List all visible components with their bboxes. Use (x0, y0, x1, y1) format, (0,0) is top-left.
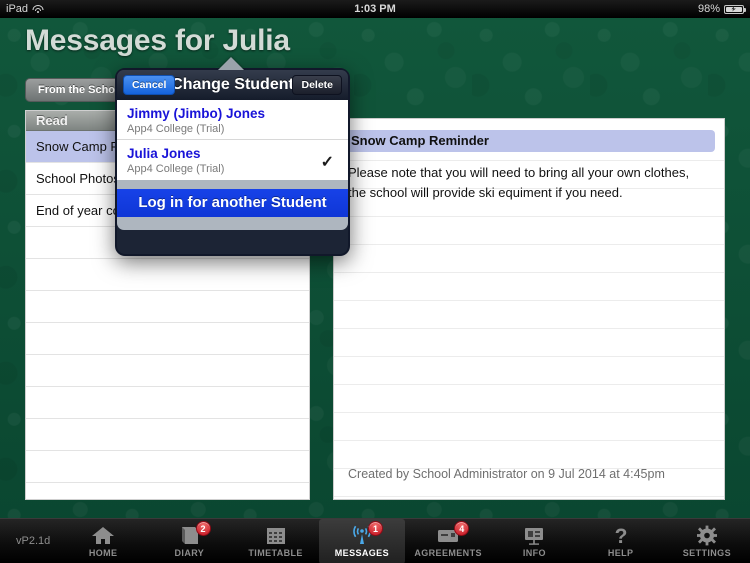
message-row-empty (26, 355, 309, 387)
tab-messages[interactable]: 1 MESSAGES (318, 519, 405, 563)
tab-diary[interactable]: 2 DIARY (146, 519, 232, 563)
tab-timetable[interactable]: TIMETABLE (233, 519, 319, 563)
student-school: App4 College (Trial) (127, 163, 225, 175)
question-mark-icon: ? (609, 525, 633, 546)
messages-badge: 1 (368, 521, 383, 536)
tab-agreements[interactable]: 4 AGREEMENTS (405, 519, 491, 563)
tab-home[interactable]: HOME (60, 519, 146, 563)
tab-label: DIARY (174, 548, 205, 558)
gear-icon (695, 525, 719, 546)
student-name: Julia Jones (127, 146, 201, 161)
popover-spacer (117, 217, 348, 230)
student-list: Jimmy (Jimbo) Jones App4 College (Trial)… (117, 100, 348, 180)
popover-header: Cancel Change Student Delete (117, 70, 348, 100)
tab-bar: vP2.1d HOME 2 DIARY TIMETABLE 1 MESSAGES… (0, 518, 750, 563)
checkmark-icon: ✓ (320, 154, 334, 171)
message-detail-panel: Snow Camp Reminder Please note that you … (333, 118, 725, 500)
popover-spacer (117, 180, 348, 189)
status-clock: 1:03 PM (354, 3, 396, 15)
message-row-empty (26, 323, 309, 355)
agreements-badge: 4 (454, 521, 470, 536)
status-bar: iPad 1:03 PM 98% (0, 0, 750, 18)
tab-help[interactable]: ? HELP (578, 519, 664, 563)
tab-label: HELP (607, 548, 634, 558)
message-row-empty (26, 387, 309, 419)
tab-settings[interactable]: SETTINGS (664, 519, 750, 563)
svg-text:?: ? (614, 525, 627, 546)
message-row-empty (26, 419, 309, 451)
tab-list: HOME 2 DIARY TIMETABLE 1 MESSAGES 4 AGRE… (60, 519, 750, 563)
student-row-julia-jones[interactable]: Julia Jones App4 College (Trial) ✓ (117, 140, 348, 180)
tab-label: HOME (88, 548, 118, 558)
delete-button[interactable]: Delete (292, 75, 342, 95)
tab-info[interactable]: INFO (491, 519, 577, 563)
log-in-another-student-button[interactable]: Log in for another Student (117, 189, 348, 217)
change-student-popover: Cancel Change Student Delete Jimmy (Jimb… (115, 68, 350, 256)
tab-label: TIMETABLE (248, 548, 303, 558)
page-title: Messages for Julia (25, 24, 290, 57)
battery-charging-icon (724, 4, 746, 14)
tab-label: MESSAGES (334, 548, 389, 558)
student-row-jimmy-jimbo-jones[interactable]: Jimmy (Jimbo) Jones App4 College (Trial) (117, 100, 348, 140)
tab-label: AGREEMENTS (414, 548, 482, 558)
battery-percent-label: 98% (697, 3, 720, 15)
message-subject: Snow Camp Reminder (343, 130, 715, 152)
message-row-empty (26, 259, 309, 291)
message-created-footer: Created by School Administrator on 9 Jul… (348, 467, 665, 481)
version-label: vP2.1d (16, 535, 51, 547)
popover-title: Change Student (171, 76, 294, 93)
student-school: App4 College (Trial) (127, 123, 225, 135)
home-icon (91, 525, 115, 546)
tab-label: INFO (522, 548, 546, 558)
student-name: Jimmy (Jimbo) Jones (127, 106, 266, 121)
presentation-icon (522, 525, 546, 546)
message-row-empty (26, 483, 309, 499)
diary-badge: 2 (195, 521, 211, 536)
ipad-screen: iPad 1:03 PM 98% Messages for Julia From… (0, 0, 750, 563)
tab-label: SETTINGS (682, 548, 731, 558)
message-body: Please note that you will need to bring … (348, 165, 690, 200)
calendar-icon (264, 525, 288, 546)
status-right: 98% (697, 3, 746, 15)
cancel-button[interactable]: Cancel (123, 75, 176, 95)
message-row-empty (26, 291, 309, 323)
message-row-empty (26, 451, 309, 483)
popover-arrow (218, 57, 244, 70)
